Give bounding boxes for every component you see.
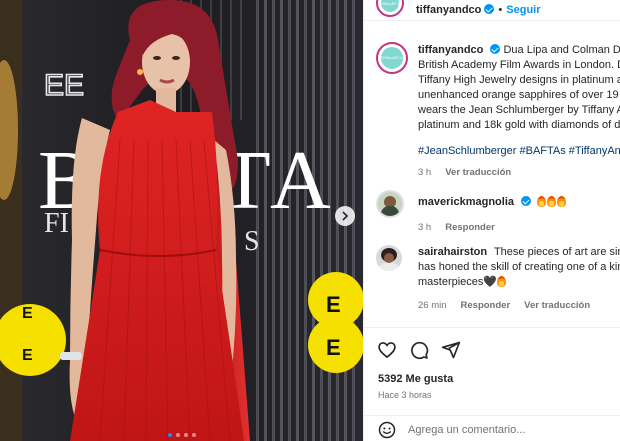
comment-text-line: masterpieces: [418, 276, 484, 288]
comment-time[interactable]: 26 min: [418, 300, 447, 311]
comment-bubble-icon[interactable]: [409, 340, 429, 360]
svg-text:E: E: [326, 335, 341, 360]
comment-text-line: These pieces of art are simp: [493, 246, 620, 258]
carousel-dot: [191, 433, 196, 437]
comment-time[interactable]: 3 h: [418, 222, 431, 233]
carousel-indicator: [0, 433, 363, 437]
caption-line: British Academy Film Awards in London. D: [418, 59, 620, 71]
add-comment-bar: [364, 415, 620, 441]
carousel-dot: [175, 433, 180, 437]
carousel-dot: [167, 433, 172, 437]
svg-text:E: E: [22, 347, 33, 364]
fire-emoji-icon: [547, 196, 557, 207]
chevron-right-icon: [342, 211, 349, 221]
header-separator: •: [498, 4, 503, 16]
reply-button[interactable]: Responder: [461, 300, 511, 311]
emoji-smiley-icon[interactable]: [378, 421, 396, 439]
comment-text-line: has honed the skill of creating one of a…: [418, 261, 620, 273]
caption-line: wears the Jean Schlumberger by Tiffany A: [418, 104, 620, 116]
commenter-avatar[interactable]: [376, 245, 402, 271]
comment-input[interactable]: [408, 422, 608, 438]
caption-time[interactable]: 3 h: [418, 167, 431, 178]
header-username[interactable]: tiffanyandco: [416, 4, 481, 16]
caption-line: unenhanced orange sapphires of over 19: [418, 89, 619, 101]
comment-username[interactable]: sairahairston: [418, 246, 487, 258]
post-header: Tiffany&Co. tiffanyandco • Seguir: [364, 0, 620, 21]
comment-username[interactable]: maverickmagnolia: [418, 196, 514, 208]
reply-button[interactable]: Responder: [445, 222, 495, 233]
caption-line: Dua Lipa and Colman Dor: [503, 44, 620, 56]
fire-emoji-icon: [557, 196, 567, 207]
backdrop-sponsor-text: EE: [44, 69, 84, 102]
post-actions: 5392 Me gusta Hace 3 horas: [364, 327, 620, 423]
carousel-dot: [183, 433, 188, 437]
black-heart-emoji: 🖤: [483, 276, 498, 288]
fire-emoji-icon: [537, 196, 547, 207]
account-avatar[interactable]: Tiffany&Co.: [376, 0, 404, 17]
commenter-avatar[interactable]: [376, 190, 404, 218]
likes-count[interactable]: 5392 Me gusta: [378, 373, 453, 385]
backdrop-films-text: FI: [44, 208, 69, 239]
verified-badge-icon: [490, 44, 501, 54]
post-media[interactable]: EE BAFTA FI S E E E E: [0, 0, 363, 441]
like-heart-icon[interactable]: [377, 340, 397, 360]
see-translation-link[interactable]: Ver traducción: [445, 167, 511, 178]
sponsor-logo-text: E: [326, 292, 341, 317]
see-translation-link[interactable]: Ver traducción: [524, 300, 590, 311]
caption-username[interactable]: tiffanyandco: [418, 44, 483, 56]
fire-emoji-icon: [497, 276, 507, 287]
post-details-panel: Tiffany&Co. tiffanyandco • Seguir Tiffany&…: [363, 0, 620, 441]
caption-line: Tiffany High Jewelry designs in platinum…: [418, 74, 620, 86]
svg-text:E: E: [22, 305, 33, 322]
carousel-next-button[interactable]: [335, 206, 355, 226]
post-time-ago[interactable]: Hace 3 horas: [378, 390, 432, 400]
follow-button[interactable]: Seguir: [506, 4, 540, 16]
photo-dua-lipa-red-dress: EE BAFTA FI S E E E E: [0, 0, 363, 441]
verified-badge-icon: [521, 196, 531, 206]
share-paper-plane-icon[interactable]: [441, 340, 461, 360]
caption-hashtags[interactable]: #JeanSchlumberger #BAFTAs #TiffanyAnd: [418, 144, 620, 159]
comments-section: Tiffany&Co. tiffanyandco Dua Lipa and Co…: [364, 32, 620, 327]
backdrop-films-text-end: S: [244, 226, 260, 257]
verified-badge-icon: [484, 4, 495, 14]
caption-line: platinum and 18k gold with diamonds of d: [418, 119, 620, 131]
caption-avatar[interactable]: Tiffany&Co.: [376, 42, 408, 74]
